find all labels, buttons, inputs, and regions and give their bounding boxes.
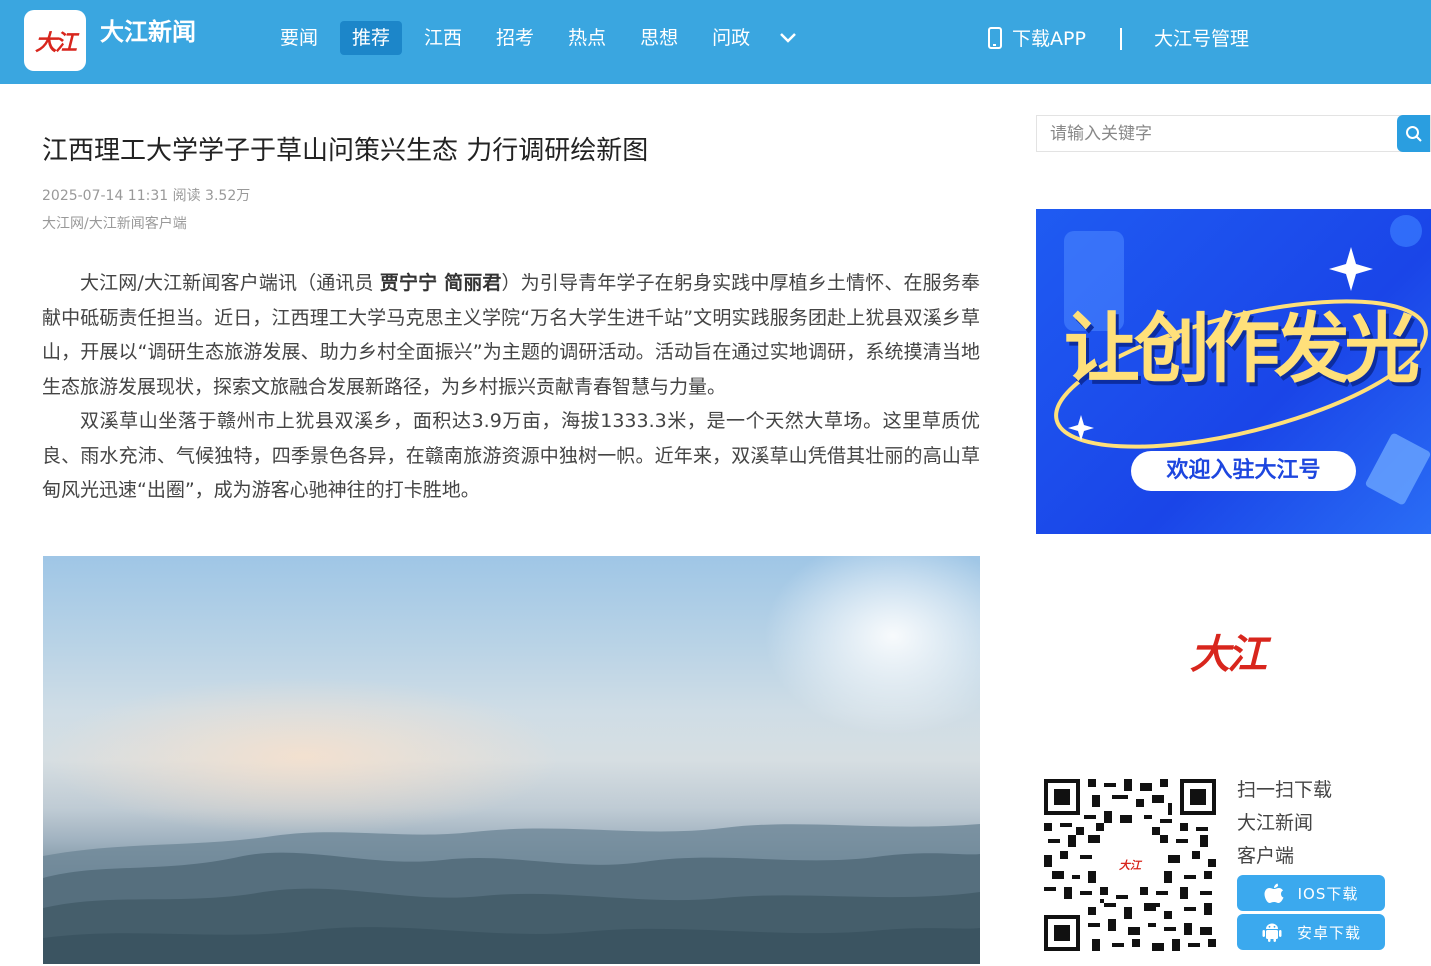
nav-item-zhaokao[interactable]: 招考 xyxy=(484,21,546,55)
mountain-landscape xyxy=(43,824,980,964)
android-download-button[interactable]: 安卓下载 xyxy=(1237,914,1385,950)
article-source: 大江网/大江新闻客户端 xyxy=(42,216,187,232)
phone-icon xyxy=(988,26,1002,49)
promo-banner[interactable]: 让创作发光 欢迎入驻大江号 xyxy=(1036,209,1431,534)
banner-title: 让创作发光 xyxy=(1064,304,1420,393)
logo-text: 大江 xyxy=(34,29,77,56)
article-paragraph-2: 双溪草山坐落于赣州市上犹县双溪乡，面积达3.9万亩，海拔1333.3米，是一个天… xyxy=(42,410,980,501)
chevron-down-icon[interactable] xyxy=(776,21,800,55)
qr-center-logo: 大江 xyxy=(1111,849,1149,881)
dajianghao-manage-link[interactable]: 大江号管理 xyxy=(1154,24,1249,51)
nav-item-jiangxi[interactable]: 江西 xyxy=(412,21,474,55)
site-logo[interactable]: 大江 xyxy=(24,10,86,71)
main-nav: 要闻 推荐 江西 招考 热点 思想 问政 xyxy=(268,21,800,55)
ios-download-label: IOS下载 xyxy=(1297,884,1359,903)
banner-join-pill: 欢迎入驻大江号 xyxy=(1131,451,1356,491)
nav-item-wenzheng[interactable]: 问政 xyxy=(700,21,762,55)
scan-download-text: 扫一扫下载 大江新闻 客户端 xyxy=(1237,774,1332,873)
scan-line-1: 扫一扫下载 xyxy=(1237,779,1333,801)
header-divider xyxy=(1120,28,1122,50)
search-input[interactable] xyxy=(1037,116,1397,151)
nav-item-tuijian[interactable]: 推荐 xyxy=(340,21,403,55)
scan-line-3: 客户端 xyxy=(1237,845,1295,867)
download-app-label: 下载APP xyxy=(1012,28,1086,50)
search-box xyxy=(1036,115,1431,152)
ios-download-button[interactable]: IOS下载 xyxy=(1237,875,1385,911)
nav-item-redian[interactable]: 热点 xyxy=(556,21,618,55)
article-photo xyxy=(43,556,980,964)
android-download-label: 安卓下载 xyxy=(1296,923,1361,942)
app-qr-code: 大江 xyxy=(1044,779,1216,951)
search-button[interactable] xyxy=(1397,115,1430,152)
dajiang-logo: 大江 xyxy=(1190,631,1267,678)
scan-line-2: 大江新闻 xyxy=(1237,812,1314,834)
apple-icon xyxy=(1264,883,1284,903)
top-header: 大江 大江新闻 要闻 推荐 江西 招考 热点 思想 问政 下载APP 大江号管理 xyxy=(0,0,1431,84)
nav-item-yaowen[interactable]: 要闻 xyxy=(268,21,330,55)
paragraph-1-intro: 大江网/大江新闻客户端讯（通讯员 xyxy=(80,272,380,294)
download-app-link[interactable]: 下载APP xyxy=(988,24,1086,51)
android-icon xyxy=(1262,923,1282,942)
article-meta: 2025-07-14 11:31 阅读 3.52万 xyxy=(42,188,251,204)
article-title: 江西理工大学学子于草山问策兴生态 力行调研绘新图 xyxy=(42,136,649,166)
brand-name[interactable]: 大江新闻 xyxy=(100,12,196,47)
nav-item-sixiang[interactable]: 思想 xyxy=(628,21,690,55)
search-icon xyxy=(1405,125,1422,142)
article-paragraph-1: 大江网/大江新闻客户端讯（通讯员 贾宁宁 简丽君）为引导青年学子在躬身实践中厚植… xyxy=(42,266,980,404)
reporter-names: 贾宁宁 简丽君 xyxy=(379,272,502,294)
article-body: 大江网/大江新闻客户端讯（通讯员 贾宁宁 简丽君）为引导青年学子在躬身实践中厚植… xyxy=(42,266,980,508)
